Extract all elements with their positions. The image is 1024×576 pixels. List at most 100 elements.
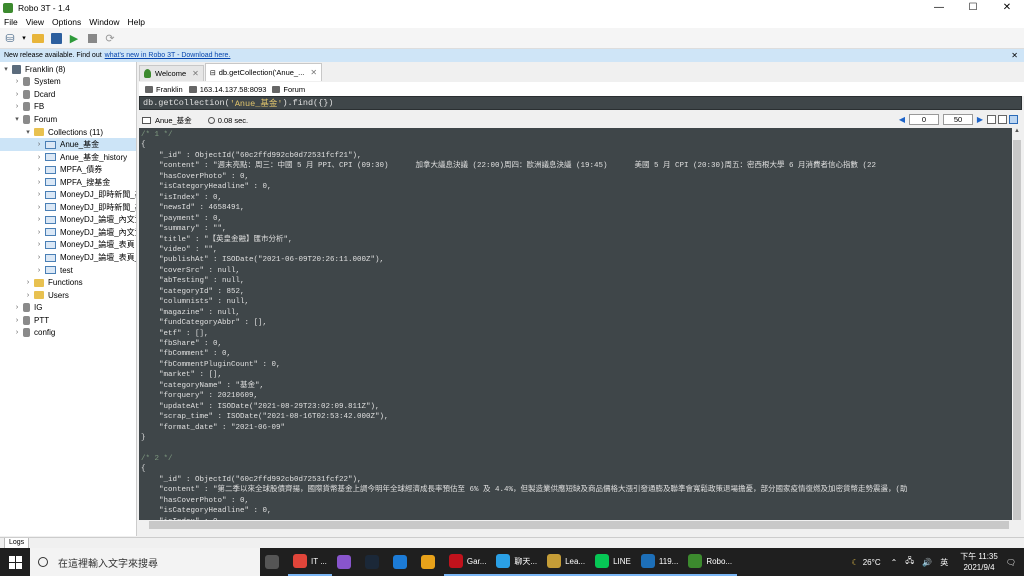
taskbar-app[interactable] <box>332 548 360 576</box>
menu-window[interactable]: Window <box>89 17 119 27</box>
collapsed-arrow-icon[interactable]: › <box>24 292 32 299</box>
menu-options[interactable]: Options <box>52 17 81 27</box>
tree-node[interactable]: › config <box>13 327 55 340</box>
collapsed-arrow-icon[interactable]: › <box>13 304 21 311</box>
text-view-icon[interactable] <box>1009 115 1018 124</box>
tree-node[interactable]: › MoneyDJ_論壇_表頁_h... <box>35 251 136 264</box>
next-page-icon[interactable]: ▶ <box>975 115 985 124</box>
collapsed-arrow-icon[interactable]: › <box>35 267 43 274</box>
tree-node[interactable]: › MoneyDJ_論壇_表頁 <box>35 239 135 252</box>
maximize-button[interactable]: ☐ <box>956 0 990 15</box>
close-button[interactable]: ✕ <box>990 0 1024 15</box>
taskbar-app[interactable]: LINE <box>590 548 636 576</box>
refresh-icon[interactable]: ⟳ <box>103 31 117 45</box>
menu-help[interactable]: Help <box>128 17 145 27</box>
taskbar-clock[interactable]: 下午 11:35 2021/9/4 <box>960 551 998 573</box>
expanded-arrow-icon[interactable]: ▾ <box>2 65 10 73</box>
expanded-arrow-icon[interactable]: ▾ <box>13 115 21 123</box>
execute-icon[interactable]: ▶ <box>67 31 81 45</box>
tree-node[interactable]: › System <box>13 76 61 89</box>
connect-icon[interactable]: ⛁ <box>3 31 17 45</box>
tree-node[interactable]: › MoneyDJ_論壇_內文資... <box>35 226 136 239</box>
collapsed-arrow-icon[interactable]: › <box>35 216 43 223</box>
taskbar-app[interactable]: 聊天... <box>491 548 543 576</box>
close-tab-icon[interactable]: ✕ <box>310 68 317 77</box>
menu-view[interactable]: View <box>26 17 44 27</box>
taskbar-app[interactable] <box>388 548 416 576</box>
tree-node[interactable]: › MPFA_搜基金 <box>35 176 110 189</box>
tree-node[interactable]: › Anue_基金 <box>0 138 136 151</box>
tree-node[interactable]: › PTT <box>13 314 49 327</box>
collapsed-arrow-icon[interactable]: › <box>13 103 21 110</box>
collapsed-arrow-icon[interactable]: › <box>35 229 43 236</box>
tab-query[interactable]: ⊟ db.getCollection('Anue_... ✕ <box>204 63 323 81</box>
close-tab-icon[interactable]: ✕ <box>192 69 199 78</box>
tray-chevron-icon[interactable]: ⌃ <box>891 558 898 567</box>
taskbar-app[interactable]: IT ... <box>288 548 332 576</box>
tree-node[interactable]: ▾ Collections (11) <box>24 126 103 139</box>
scrollbar-thumb[interactable] <box>149 521 1009 529</box>
taskbar-app[interactable]: Gar... <box>443 548 492 576</box>
collapsed-arrow-icon[interactable]: › <box>35 204 43 211</box>
save-icon[interactable] <box>49 31 63 45</box>
query-editor[interactable]: db.getCollection('Anue_基金').find({}) <box>139 96 1022 110</box>
limit-input[interactable] <box>943 114 973 125</box>
open-folder-icon[interactable] <box>31 31 45 45</box>
stop-icon[interactable] <box>85 31 99 45</box>
tree-node[interactable]: › Anue_基金_history <box>35 151 127 164</box>
vertical-scrollbar[interactable]: ▲ <box>1012 128 1022 520</box>
tree-node[interactable]: › Dcard <box>13 88 55 101</box>
notification-icon[interactable]: 🗨 <box>1006 558 1016 567</box>
horizontal-scrollbar[interactable] <box>139 520 1012 530</box>
weather-temp[interactable]: 26°C <box>863 558 881 567</box>
scrollbar-thumb[interactable] <box>1013 140 1021 520</box>
expanded-arrow-icon[interactable]: ▾ <box>24 128 32 136</box>
collapsed-arrow-icon[interactable]: › <box>35 254 43 261</box>
collapsed-arrow-icon[interactable]: › <box>13 329 21 336</box>
taskbar-app[interactable]: Lea... <box>542 548 591 576</box>
notice-link[interactable]: what's new in Robo 3T - Download here. <box>105 52 231 59</box>
taskbar-search[interactable]: 在這裡輸入文字來搜尋 <box>30 548 260 576</box>
input-language[interactable]: 英 <box>940 557 948 568</box>
collapsed-arrow-icon[interactable]: › <box>13 78 21 85</box>
collapsed-arrow-icon[interactable]: › <box>24 279 32 286</box>
collapsed-arrow-icon[interactable]: › <box>35 241 43 248</box>
tree-node[interactable]: › IG <box>13 301 42 314</box>
close-icon[interactable]: ✕ <box>1011 51 1018 60</box>
collapsed-arrow-icon[interactable]: › <box>35 141 43 148</box>
dropdown-arrow-icon[interactable]: ▾ <box>21 31 27 45</box>
previous-page-icon[interactable]: ◀ <box>897 115 907 124</box>
tree-node[interactable]: › MoneyDJ_即時新聞_基... <box>35 189 136 202</box>
tree-node[interactable]: › MPFA_債券 <box>35 163 102 176</box>
collapsed-arrow-icon[interactable]: › <box>35 179 43 186</box>
collapsed-arrow-icon[interactable]: › <box>13 317 21 324</box>
tree-node[interactable]: › MoneyDJ_即時新聞_基... <box>35 201 136 214</box>
collapsed-arrow-icon[interactable]: › <box>35 166 43 173</box>
taskbar-app[interactable] <box>260 548 288 576</box>
tree-node[interactable]: ▾ Forum <box>13 113 57 126</box>
tree-node[interactable]: › Functions <box>24 276 83 289</box>
menu-file[interactable]: File <box>4 17 18 27</box>
minimize-button[interactable]: — <box>922 0 956 15</box>
start-button[interactable] <box>0 548 30 576</box>
scroll-up-icon[interactable]: ▲ <box>1012 128 1022 138</box>
collapsed-arrow-icon[interactable]: › <box>13 91 21 98</box>
tree-view-icon[interactable] <box>987 115 996 124</box>
volume-icon[interactable]: 🔊 <box>922 558 932 567</box>
collapsed-arrow-icon[interactable]: › <box>35 191 43 198</box>
taskbar-app[interactable]: 119... <box>635 548 684 576</box>
table-view-icon[interactable] <box>998 115 1007 124</box>
taskbar-app[interactable] <box>416 548 444 576</box>
tree-node[interactable]: ▾ Franklin (8) <box>2 63 65 76</box>
skip-input[interactable] <box>909 114 939 125</box>
tree-node[interactable]: › MoneyDJ_論壇_內文資... <box>35 214 136 227</box>
tree-node[interactable]: › test <box>35 264 73 277</box>
taskbar-app[interactable] <box>360 548 388 576</box>
tab-welcome[interactable]: Welcome ✕ <box>139 65 204 81</box>
tree-node[interactable]: › FB <box>13 101 44 114</box>
collapsed-arrow-icon[interactable]: › <box>35 154 43 161</box>
tree-node[interactable]: › Users <box>24 289 69 302</box>
taskbar-app[interactable]: Robo... <box>683 548 738 576</box>
results-text-view[interactable]: /* 1 */ { "_id" : ObjectId("60c2ffd992cb0… <box>139 128 1012 520</box>
network-icon[interactable]: 🖧 <box>905 555 914 569</box>
